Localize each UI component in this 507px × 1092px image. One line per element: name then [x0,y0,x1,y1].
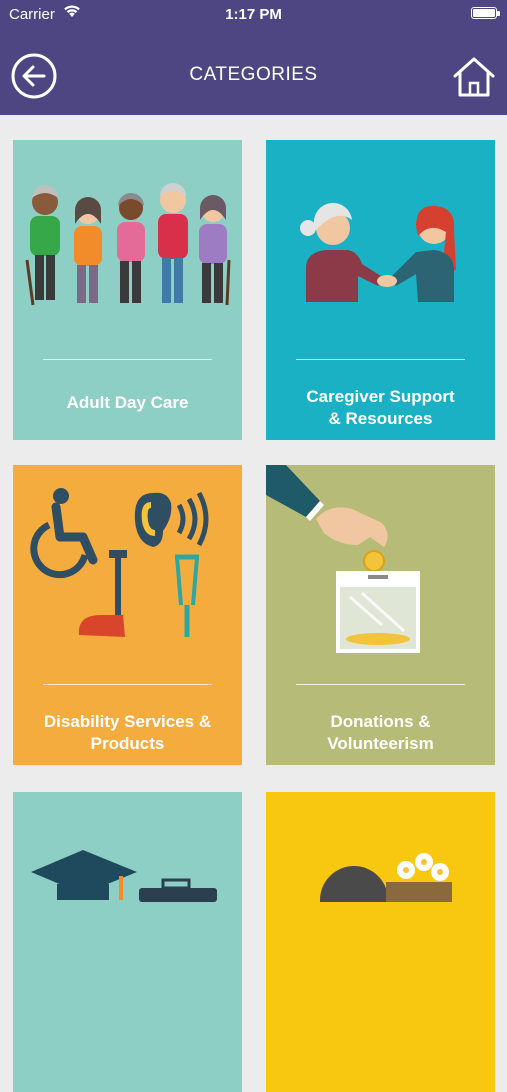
category-label: Adult Day Care [66,393,189,412]
handshake-icon [300,202,456,302]
seniors-group-icon [25,183,231,306]
category-card-yellow[interactable] [266,792,495,1092]
planter-icon [320,853,452,902]
battery-icon [471,7,497,19]
category-label: Disability Services & Products [43,712,212,753]
category-label: Donations & Volunteerism [327,712,434,753]
categories-grid: Adult Day Care Caregiver Support & Resou… [0,115,507,1092]
category-label: Caregiver Support & Resources [306,387,455,428]
category-card-education[interactable] [13,792,242,1092]
app-header: Carrier 1:17 PM CATEGORIES [0,0,507,115]
card-divider [43,684,212,685]
category-card-adult-day-care[interactable]: Adult Day Care [13,140,242,440]
page-title: CATEGORIES [189,64,318,85]
card-divider [296,684,465,685]
status-bar: Carrier 1:17 PM [0,0,507,28]
category-card-donations[interactable]: Donations & Volunteerism [266,465,495,765]
card-divider [43,359,212,360]
battery-tip [497,11,500,16]
donation-box-icon [266,465,420,653]
accessibility-icons [30,488,209,637]
category-card-caregiver-support[interactable]: Caregiver Support & Resources [266,140,495,440]
status-time: 1:17 PM [225,6,282,23]
home-button[interactable] [452,56,496,98]
category-card-disability-services[interactable]: Disability Services & Products [13,465,242,765]
graduation-cap-icon [31,850,217,902]
card-divider [296,359,465,360]
